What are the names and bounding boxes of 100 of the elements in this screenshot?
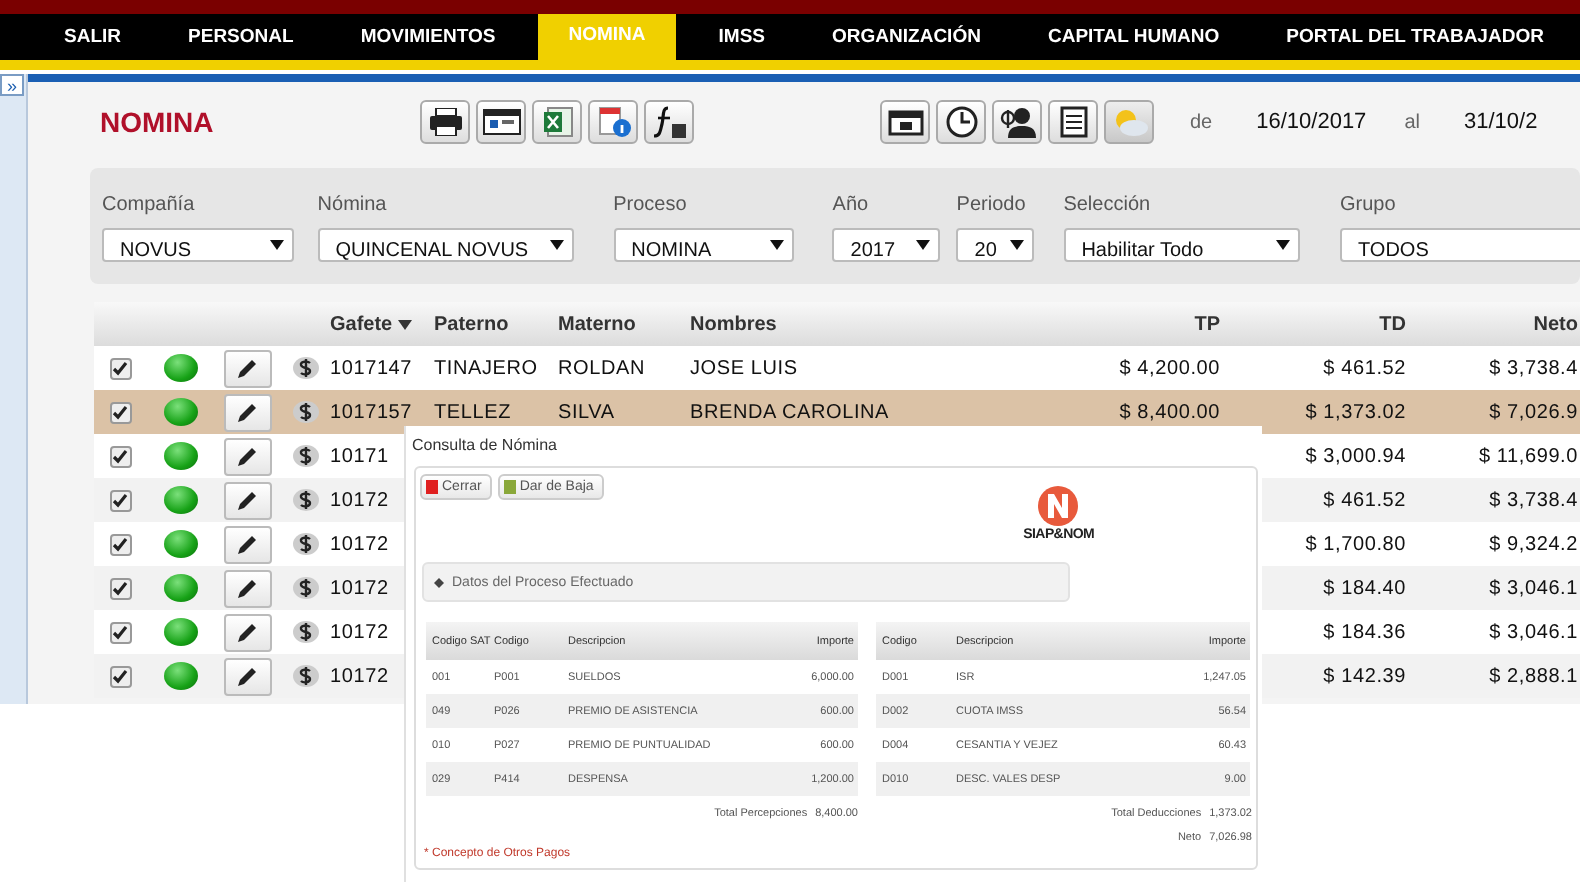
payment-icon[interactable]	[292, 356, 320, 380]
column-header[interactable]: Gafete	[330, 313, 434, 335]
pencil-icon	[236, 356, 260, 380]
table-cell-text: 10172	[330, 665, 391, 687]
pencil-icon	[236, 400, 260, 424]
table-cell: $ 3,738.4	[1489, 357, 1578, 379]
expand-button[interactable]: »	[0, 74, 24, 96]
calendar-icon[interactable]	[880, 100, 930, 144]
payment-icon[interactable]	[292, 488, 320, 512]
caret-icon	[1275, 240, 1290, 250]
table-cell: $ 461.52	[1323, 489, 1406, 511]
edit-button[interactable]	[224, 437, 272, 475]
dropdown[interactable]: NOVUS	[102, 228, 294, 262]
column-header[interactable]: Materno	[558, 313, 690, 335]
edit-button[interactable]	[224, 657, 272, 695]
diamond-icon	[434, 577, 444, 587]
caret-icon	[549, 240, 564, 250]
edit-button[interactable]	[224, 393, 272, 431]
payment-icon[interactable]	[292, 576, 320, 600]
checkbox[interactable]	[109, 489, 131, 511]
table-cell: $ 1,373.02	[1305, 401, 1406, 423]
checkbox[interactable]	[109, 401, 131, 423]
column-header[interactable]: Paterno	[434, 313, 558, 335]
table-cell: BRENDA CAROLINA	[690, 401, 890, 423]
table-cell: $ 184.36	[1323, 621, 1406, 643]
table-row[interactable]: 1017147 TINAJERO ROLDAN JOSE LUIS $ 4,200.00 $ 461.52 $ 3,738.4	[94, 346, 1580, 390]
filter-label: Periodo	[956, 194, 1028, 216]
menu-tab[interactable]: ORGANIZACIÓN	[808, 14, 1005, 60]
payment-icon[interactable]	[292, 444, 320, 468]
menu-tab[interactable]: SALIR	[40, 14, 145, 60]
column-header[interactable]: Neto	[1406, 313, 1578, 335]
edit-button[interactable]	[224, 481, 272, 519]
payment-icon[interactable]	[292, 400, 320, 424]
dropdown[interactable]: 2017	[832, 228, 941, 262]
dropdown[interactable]: NOMINA	[613, 228, 794, 262]
checkbox[interactable]	[109, 533, 131, 555]
menu-tab[interactable]: PERSONAL	[164, 14, 318, 60]
calendar-icon[interactable]	[476, 100, 526, 144]
logo-icon	[1036, 484, 1081, 528]
edit-button[interactable]	[224, 525, 272, 563]
table-cell: $ 9,324.2	[1489, 533, 1578, 555]
column-header[interactable]: TD	[1220, 313, 1406, 335]
date-label: de	[1190, 111, 1213, 133]
table-cell: SILVA	[558, 401, 615, 423]
table-cell: $ 7,026.9	[1489, 401, 1578, 423]
table-cell: $ 3,046.1	[1489, 621, 1578, 643]
spreadsheet-icon[interactable]	[532, 100, 582, 144]
date-label: al	[1404, 111, 1420, 133]
checkbox[interactable]	[109, 621, 131, 643]
table-cell: JOSE LUIS	[690, 357, 798, 379]
checkbox[interactable]	[109, 445, 131, 467]
pencil-icon	[236, 576, 260, 600]
table-cell-text: 10172	[330, 489, 391, 511]
table-row[interactable]: 1017157 TELLEZ SILVA BRENDA CAROLINA $ 8,400.00 $ 1,373.02 $ 7,026.9	[94, 390, 1580, 434]
checkbox[interactable]	[109, 665, 131, 687]
checkbox[interactable]	[109, 357, 131, 379]
column-header[interactable]: Nombres	[690, 313, 990, 335]
table-cell: TINAJERO	[434, 357, 538, 379]
filter-label: Nómina	[317, 194, 389, 216]
table-cell-text: 10172	[330, 621, 391, 643]
dropdown[interactable]: TODOS	[1340, 228, 1580, 262]
function-icon[interactable]	[644, 100, 694, 144]
person-money-icon[interactable]	[992, 100, 1042, 144]
table-cell-text: 10172	[330, 533, 391, 555]
filter-label: Compañía	[102, 194, 197, 216]
dropdown[interactable]: 20	[956, 228, 1035, 262]
pencil-icon	[236, 620, 260, 644]
edit-button[interactable]	[224, 569, 272, 607]
payment-icon[interactable]	[292, 664, 320, 688]
caret-icon	[1010, 240, 1025, 250]
status-dot	[163, 442, 197, 470]
edit-button[interactable]	[224, 349, 272, 387]
print-icon[interactable]	[420, 100, 470, 144]
status-dot	[163, 486, 197, 514]
dropdown[interactable]: QUINCENAL NOVUS	[317, 228, 574, 262]
table-cell: $ 11,699.0	[1478, 445, 1578, 467]
table-cell-text: 10171	[330, 445, 391, 467]
status-dot	[163, 574, 197, 602]
table-cell: $ 1,700.80	[1305, 533, 1406, 555]
status-dot	[163, 354, 197, 382]
payment-icon[interactable]	[292, 620, 320, 644]
menu-tab[interactable]: MOVIMIENTOS	[336, 14, 520, 60]
pencil-icon	[236, 444, 260, 468]
table-cell: $ 142.39	[1323, 665, 1406, 687]
status-dot	[163, 662, 197, 690]
status-dot	[163, 618, 197, 646]
column-header[interactable]: TP	[990, 313, 1220, 335]
table-cell: $ 3,046.1	[1489, 577, 1578, 599]
menu-tab[interactable]: CAPITAL HUMANO	[1023, 14, 1244, 60]
table-cell: $ 184.40	[1323, 577, 1406, 599]
payment-icon[interactable]	[292, 532, 320, 556]
table-cell-text: 1017147	[330, 357, 415, 379]
menu-tab[interactable]: IMSS	[694, 14, 790, 60]
clock-icon[interactable]	[936, 100, 986, 144]
filter-label: Selección	[1063, 194, 1153, 216]
menu-tab[interactable]: PORTAL DEL TRABAJADOR	[1262, 14, 1568, 60]
edit-button[interactable]	[224, 613, 272, 651]
document-info-icon[interactable]	[588, 100, 638, 144]
dropdown[interactable]: Habilitar Todo	[1063, 228, 1300, 262]
checkbox[interactable]	[109, 577, 131, 599]
